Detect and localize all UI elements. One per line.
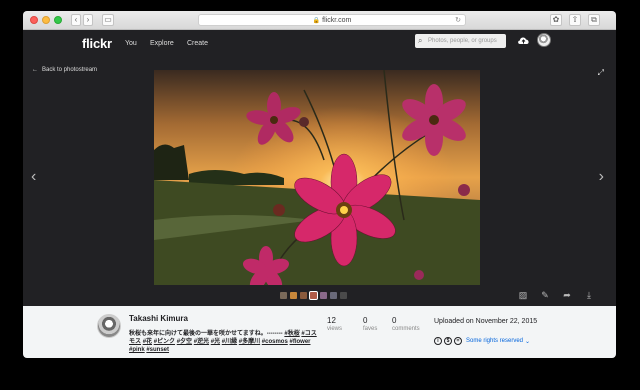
rights-label: Some rights reserved	[466, 338, 524, 344]
photostream-thumbnails	[280, 291, 347, 300]
back-link-label: Back to photostream	[42, 67, 98, 73]
photo-tag[interactable]: #flower	[289, 339, 310, 345]
owner-avatar[interactable]	[97, 314, 121, 338]
photo-tag[interactable]: #秋桜	[284, 331, 299, 337]
views-label: views	[327, 326, 343, 332]
arrow-left-icon: ←	[32, 67, 38, 73]
browser-window: ‹ › ▭ 🔒 flickr.com ↻ ✿ ⇧ ⧉ flickr You Exp…	[23, 11, 616, 358]
photo-actions: ▨ ✎ ➦ ⤓	[518, 290, 594, 300]
tabs-overview-button[interactable]: ⧉	[588, 14, 600, 26]
license-info[interactable]: i $ = Some rights reserved ⌄	[434, 337, 530, 345]
share-button[interactable]: ⇧	[569, 14, 581, 26]
cc-noderivs-icon: =	[454, 337, 462, 345]
tabs-icon: ⧉	[591, 15, 597, 24]
search-input[interactable]: ⌕ Photos, people, or groups	[415, 34, 506, 48]
thumbnail[interactable]	[300, 292, 307, 299]
back-nav-button[interactable]: ‹	[71, 14, 81, 26]
download-icon[interactable]: ⤓	[584, 290, 594, 300]
views-count: 12	[327, 316, 336, 325]
lock-icon: 🔒	[312, 18, 321, 24]
photo-tag[interactable]: #多摩川	[239, 339, 260, 345]
photo-tag[interactable]: #pink	[129, 347, 145, 353]
close-window-button[interactable]	[30, 16, 38, 24]
sidebar-icon: ▭	[104, 15, 112, 24]
owner-name[interactable]: Takashi Kimura	[129, 314, 188, 323]
photo-tag[interactable]: #cosmos	[262, 339, 288, 345]
zoom-window-button[interactable]	[54, 16, 62, 24]
faves-label: faves	[363, 326, 378, 332]
photo-tag[interactable]: #花	[143, 339, 152, 345]
chevron-right-icon: ›	[86, 15, 90, 24]
thumbnail[interactable]	[290, 292, 297, 299]
faves-count: 0	[363, 316, 368, 325]
thumbnail[interactable]	[280, 292, 287, 299]
upload-cloud-icon[interactable]	[517, 35, 530, 46]
share-icon: ⇧	[571, 15, 579, 24]
sidebar-toggle-button[interactable]: ▭	[102, 14, 114, 26]
search-icon: ⌕	[418, 36, 423, 45]
photo-tag[interactable]: #光	[211, 339, 220, 345]
thumbnail[interactable]	[330, 292, 337, 299]
photo-description: 秋桜も来年に向けて最後の一華を咲かせてますね。-------- #秋桜 #コスモ…	[129, 330, 317, 354]
expand-icon[interactable]: ⤢	[598, 68, 604, 78]
next-photo-arrow[interactable]: ›	[599, 168, 604, 186]
extension-button[interactable]: ✿	[550, 14, 562, 26]
views-stat: 12 views	[327, 316, 342, 332]
photo-info-panel: Takashi Kimura 秋桜も来年に向けて最後の一華を咲かせてますね。--…	[23, 306, 616, 358]
comments-stat: 0 comments	[392, 316, 420, 332]
photo-tag[interactable]: #ピンク	[154, 339, 175, 345]
edit-icon[interactable]: ✎	[540, 290, 550, 300]
faves-stat: 0 faves	[363, 316, 377, 332]
photo-stage: ← Back to photostream ⤢ ‹ › ▨ ✎ ➦ ⤓	[23, 60, 616, 306]
url-text: flickr.com	[322, 17, 352, 24]
chevron-left-icon: ‹	[74, 15, 78, 24]
previous-photo-arrow[interactable]: ‹	[31, 168, 36, 186]
minimize-window-button[interactable]	[42, 16, 50, 24]
thumbnail-current[interactable]	[309, 291, 318, 300]
photo-tag[interactable]: #逆光	[194, 339, 209, 345]
comments-count: 0	[392, 316, 397, 325]
address-bar[interactable]: 🔒 flickr.com ↻	[198, 14, 466, 26]
chevron-down-icon: ⌄	[525, 338, 531, 345]
browser-titlebar: ‹ › ▭ 🔒 flickr.com ↻ ✿ ⇧ ⧉	[23, 11, 616, 30]
reload-icon[interactable]: ↻	[455, 15, 461, 26]
thumbnail[interactable]	[340, 292, 347, 299]
nav-link-create[interactable]: Create	[187, 40, 208, 47]
upload-date: Uploaded on November 22, 2015	[434, 318, 538, 325]
main-photo[interactable]	[154, 70, 480, 285]
share-arrow-icon[interactable]: ➦	[562, 290, 572, 300]
cc-noncommercial-icon: $	[444, 337, 452, 345]
back-to-photostream-link[interactable]: ← Back to photostream	[32, 67, 97, 73]
photo-tag[interactable]: #sunset	[146, 347, 169, 353]
add-to-gallery-icon[interactable]: ▨	[518, 290, 528, 300]
description-text: 秋桜も来年に向けて最後の一華を咲かせてますね。--------	[129, 331, 285, 337]
cc-attribution-icon: i	[434, 337, 442, 345]
flickr-nav-bar: flickr You Explore Create ⌕ Photos, peop…	[23, 30, 616, 60]
forward-nav-button[interactable]: ›	[83, 14, 93, 26]
nav-link-you[interactable]: You	[125, 40, 137, 47]
gear-icon: ✿	[552, 15, 560, 24]
flickr-logo[interactable]: flickr	[82, 36, 112, 51]
photo-tag[interactable]: #川縁	[222, 339, 237, 345]
photo-tag[interactable]: #夕空	[177, 339, 192, 345]
user-avatar-menu[interactable]	[537, 33, 551, 47]
nav-link-explore[interactable]: Explore	[150, 40, 174, 47]
comments-label: comments	[392, 326, 420, 332]
search-placeholder: Photos, people, or groups	[428, 38, 497, 44]
thumbnail[interactable]	[320, 292, 327, 299]
